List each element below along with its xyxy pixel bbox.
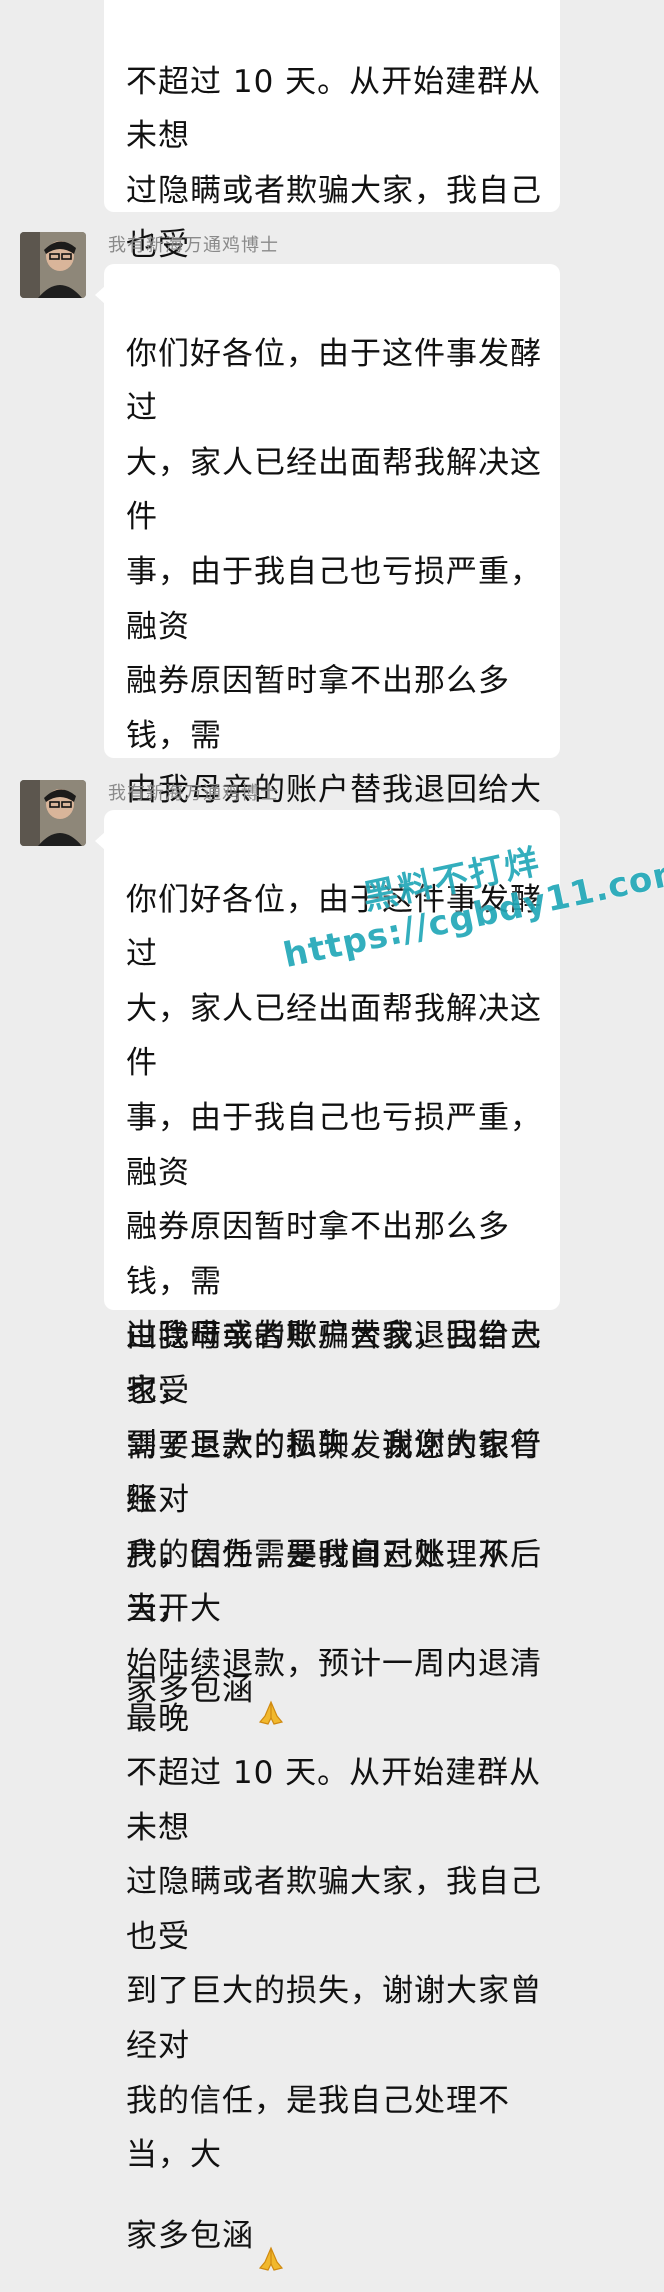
avatar[interactable]	[20, 232, 86, 298]
sender-name: 我有新海万通鸡博士	[108, 235, 279, 256]
avatar[interactable]	[20, 780, 86, 846]
folded-hands-icon	[256, 2183, 286, 2292]
message-bubble[interactable]: 你们好各位，由于这件事发酵过 大，家人已经出面帮我解决这件 事，由于我自己也亏损…	[95, 264, 560, 1726]
message-text: 你们好各位，由于这件事发酵过 大，家人已经出面帮我解决这件 事，由于我自己也亏损…	[126, 881, 542, 2254]
message-bubble[interactable]: 不超过 10 天。从开始建群从未想 过隐瞒或者欺骗大家，我自己也受 到了巨大的损…	[104, 0, 560, 580]
sender-name: 我有新海万通鸡博士	[108, 783, 279, 804]
